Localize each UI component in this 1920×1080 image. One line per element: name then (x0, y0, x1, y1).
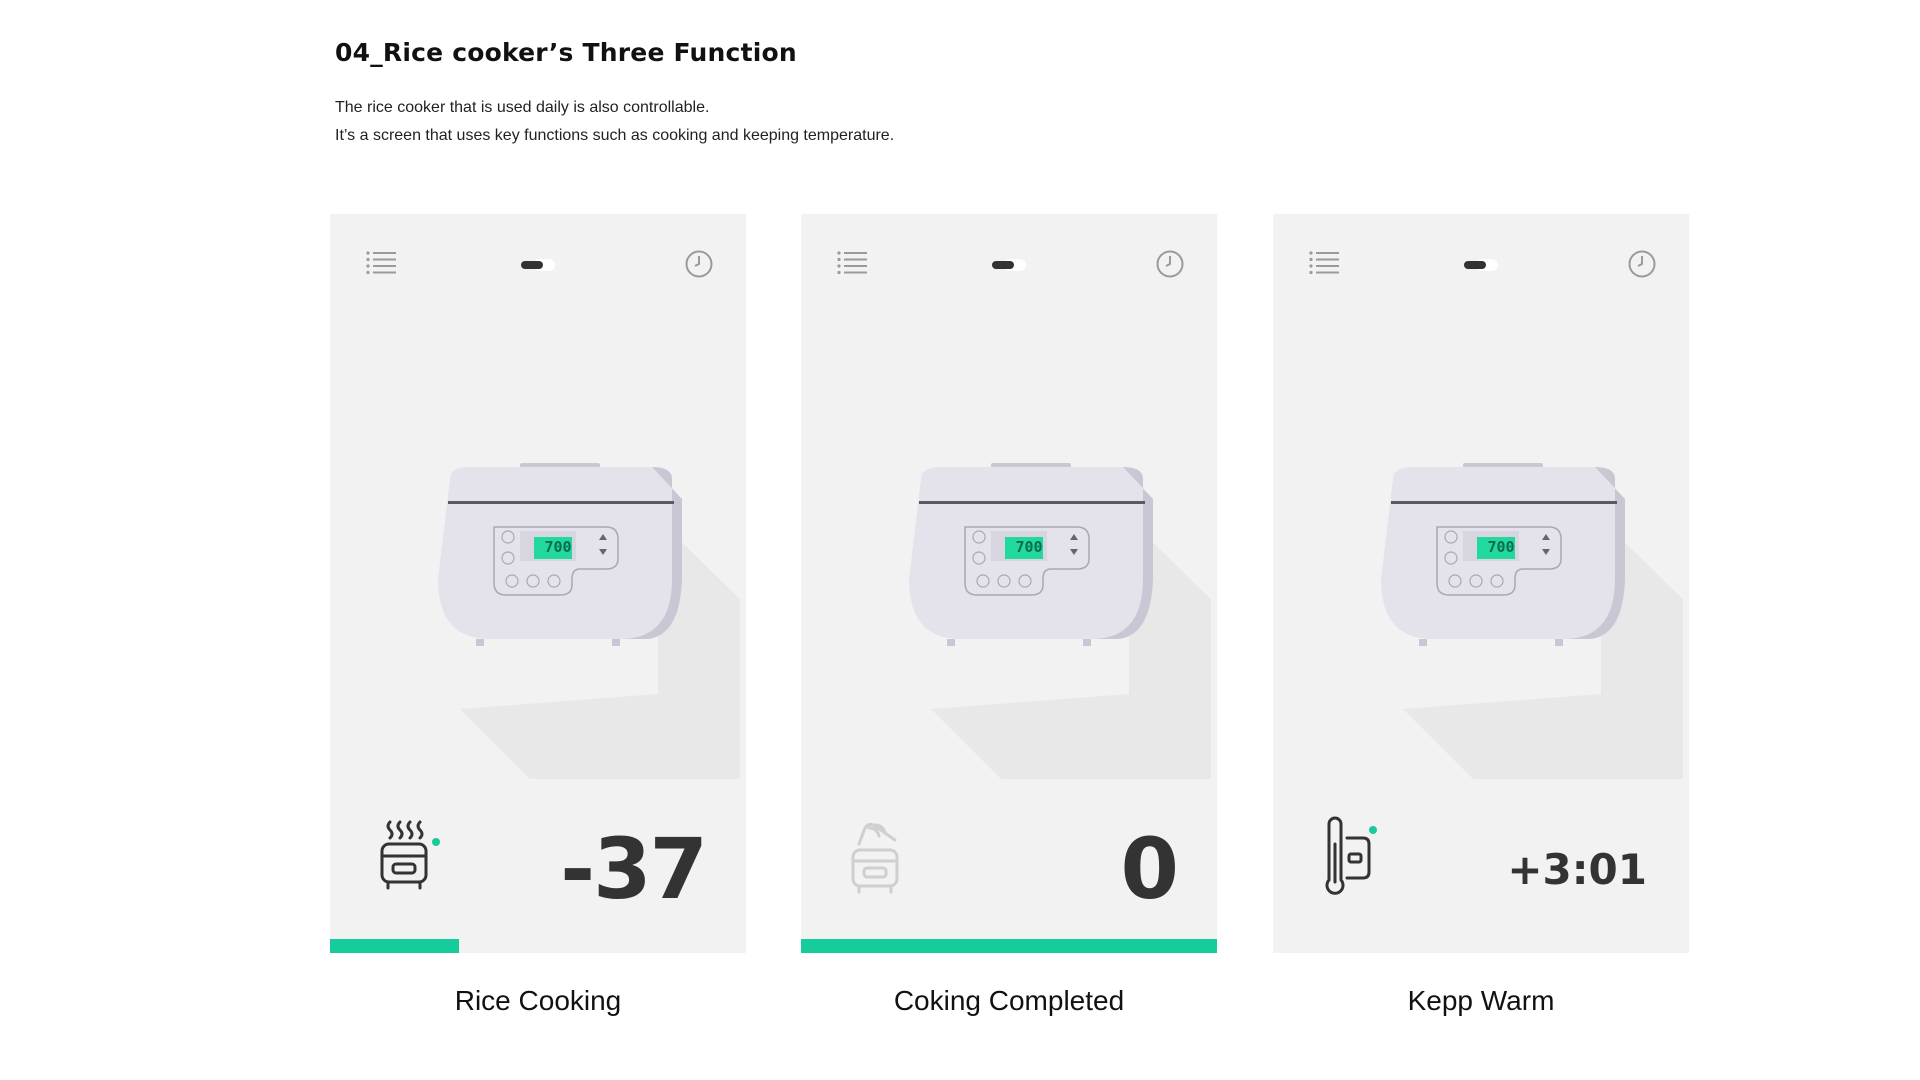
power-toggle-icon[interactable] (1463, 258, 1499, 272)
cooker-display-value: 700 (1015, 538, 1043, 556)
cooking-completed-screen: 700 0 (801, 214, 1217, 953)
progress-fill (801, 939, 1217, 953)
description-line-2: It’s a screen that uses key functions su… (335, 127, 895, 144)
power-toggle-icon[interactable] (991, 258, 1027, 272)
menu-icon[interactable] (837, 249, 869, 277)
rice-cooker-illustration (1381, 463, 1683, 779)
progress-fill (330, 939, 459, 953)
rice-cooker-illustration (909, 463, 1211, 779)
rice-cooking-screen: 700 -37 (330, 214, 746, 953)
cooking-progress-bar (801, 939, 1217, 953)
cooking-progress-bar (330, 939, 746, 953)
keep-warm-screen: 700 +3:01 (1273, 214, 1689, 953)
clock-icon[interactable] (684, 249, 714, 279)
thermometer-icon (1325, 816, 1377, 895)
caption-keep-warm: Kepp Warm (1407, 985, 1555, 1016)
cooking-progress-bar (1273, 939, 1689, 953)
rice-cooker-illustration (438, 463, 740, 779)
time-remaining-value: -37 (560, 820, 708, 918)
menu-icon[interactable] (1309, 249, 1341, 277)
steaming-cooker-icon (380, 820, 440, 890)
power-toggle-icon[interactable] (520, 258, 556, 272)
keep-warm-elapsed-value: +3:01 (1507, 844, 1647, 894)
cooker-display-value: 700 (1487, 538, 1515, 556)
page-description: The rice cooker that is used daily is al… (335, 94, 894, 150)
menu-icon[interactable] (366, 249, 398, 277)
time-remaining-value: 0 (1120, 820, 1179, 918)
cooker-done-icon (851, 822, 899, 894)
cooker-display-value: 700 (544, 538, 572, 556)
clock-icon[interactable] (1627, 249, 1657, 279)
caption-cooking-completed: Coking Completed (893, 985, 1125, 1016)
page-title: 04_Rice cooker’s Three Function (335, 38, 797, 67)
caption-rice-cooking: Rice Cooking (454, 985, 622, 1016)
description-line-1: The rice cooker that is used daily is al… (335, 99, 710, 116)
clock-icon[interactable] (1155, 249, 1185, 279)
